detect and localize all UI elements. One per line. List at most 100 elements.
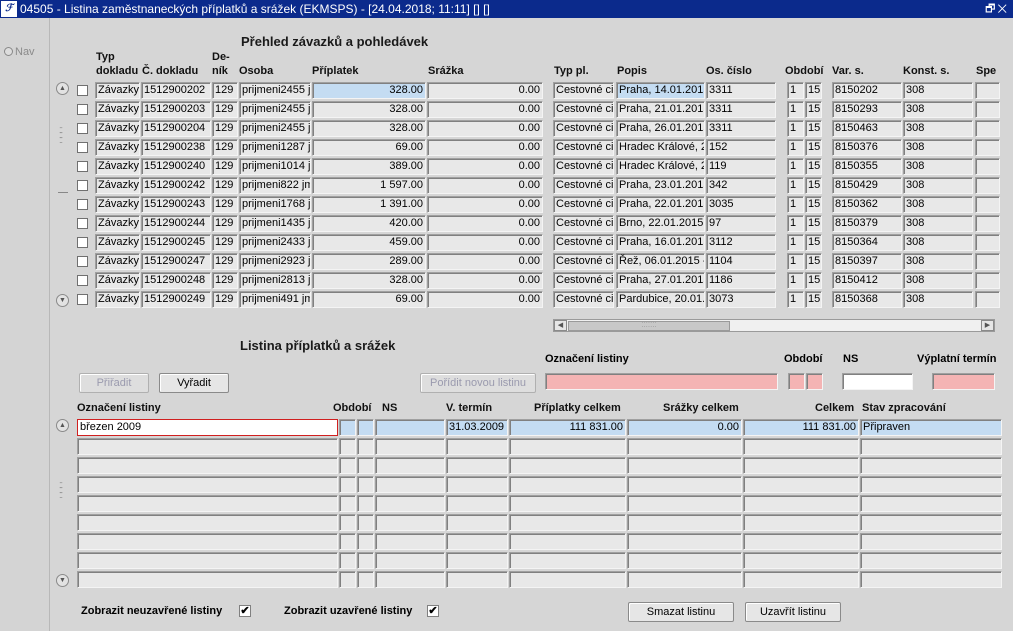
- vyplatni-termin-input[interactable]: [932, 373, 995, 390]
- overview-cell-popis[interactable]: Praha, 22.01.2015: [616, 196, 705, 213]
- scroll-grip-icon[interactable]: ⁚⁚ ⁚⁚ ⁚⁚: [59, 127, 67, 145]
- list-cell-priplatky[interactable]: 111 831.00: [509, 419, 626, 436]
- overview-cell-oscislo[interactable]: 342: [706, 177, 776, 194]
- list-cell-celkem[interactable]: [743, 514, 859, 531]
- overview-cell-obd2[interactable]: 15: [805, 82, 822, 99]
- assign-button[interactable]: Přiřadit: [79, 373, 149, 393]
- overview-cell-typpl[interactable]: Cestovné ci: [553, 82, 614, 99]
- overview-cell-doklad[interactable]: 1512900247: [141, 253, 211, 270]
- overview-cell-vars[interactable]: 8150379: [832, 215, 902, 232]
- list-cell-ns[interactable]: [375, 514, 445, 531]
- overview-cell-konst[interactable]: 308: [903, 234, 973, 251]
- overview-cell-oscislo[interactable]: 3311: [706, 82, 776, 99]
- overview-cell-priplatek[interactable]: 1 391.00: [312, 196, 426, 213]
- overview-cell-konst[interactable]: 308: [903, 177, 973, 194]
- list-cell-obd1[interactable]: [339, 495, 356, 512]
- list-cell-ns[interactable]: [375, 476, 445, 493]
- overview-cell-osoba[interactable]: prijmeni2455 jm: [239, 120, 311, 137]
- overview-cell-oscislo[interactable]: 97: [706, 215, 776, 232]
- overview-cell-typ[interactable]: Závazky: [95, 234, 140, 251]
- list-cell-obd1[interactable]: [339, 419, 356, 436]
- list-cell-stav[interactable]: [860, 533, 1002, 550]
- list-cell-obd2[interactable]: [357, 457, 374, 474]
- overview-cell-obd1[interactable]: 1: [787, 139, 804, 156]
- overview-cell-vars[interactable]: 8150355: [832, 158, 902, 175]
- overview-cell-doklad[interactable]: 1512900238: [141, 139, 211, 156]
- list-cell-obd1[interactable]: [339, 438, 356, 455]
- overview-cell-priplatek[interactable]: 328.00: [312, 82, 426, 99]
- list-scroll-down-icon[interactable]: ▼: [56, 574, 69, 587]
- overview-cell-priplatek[interactable]: 328.00: [312, 120, 426, 137]
- list-cell-priplatky[interactable]: [509, 457, 626, 474]
- overview-cell-popis[interactable]: Řež, 06.01.2015 -: [616, 253, 705, 270]
- remove-button[interactable]: Vyřadit: [159, 373, 229, 393]
- overview-cell-spec[interactable]: [975, 82, 1000, 99]
- overview-cell-vars[interactable]: 8150412: [832, 272, 902, 289]
- overview-cell-osoba[interactable]: prijmeni822 jm: [239, 177, 311, 194]
- overview-cell-obd1[interactable]: 1: [787, 101, 804, 118]
- list-cell-vtermin[interactable]: [446, 457, 508, 474]
- close-list-button[interactable]: Uzavřít listinu: [745, 602, 841, 622]
- list-cell-srazky[interactable]: [627, 533, 742, 550]
- list-cell-ns[interactable]: [375, 571, 445, 588]
- overview-cell-spec[interactable]: [975, 120, 1000, 137]
- overview-cell-popis[interactable]: Brno, 22.01.2015: [616, 215, 705, 232]
- overview-cell-obd2[interactable]: 15: [805, 215, 822, 232]
- overview-cell-typpl[interactable]: Cestovné ci: [553, 177, 614, 194]
- overview-cell-srazka[interactable]: 0.00: [427, 234, 543, 251]
- list-cell-obd1[interactable]: [339, 552, 356, 569]
- list-cell-oznaceni[interactable]: [77, 457, 338, 474]
- overview-cell-doklad[interactable]: 1512900244: [141, 215, 211, 232]
- row-select-checkbox[interactable]: [77, 180, 88, 191]
- overview-cell-typ[interactable]: Závazky: [95, 291, 140, 308]
- overview-cell-typ[interactable]: Závazky: [95, 120, 140, 137]
- list-cell-celkem[interactable]: [743, 552, 859, 569]
- overview-cell-osoba[interactable]: prijmeni2813 jm: [239, 272, 311, 289]
- scroll-down-icon[interactable]: ▼: [56, 294, 69, 307]
- list-cell-obd2[interactable]: [357, 476, 374, 493]
- overview-cell-spec[interactable]: [975, 291, 1000, 308]
- row-select-checkbox[interactable]: [77, 104, 88, 115]
- overview-cell-obd1[interactable]: 1: [787, 196, 804, 213]
- overview-cell-spec[interactable]: [975, 177, 1000, 194]
- list-cell-priplatky[interactable]: [509, 476, 626, 493]
- list-cell-ns[interactable]: [375, 457, 445, 474]
- overview-cell-osoba[interactable]: prijmeni2923 jm: [239, 253, 311, 270]
- overview-cell-obd2[interactable]: 15: [805, 196, 822, 213]
- row-select-checkbox[interactable]: [77, 123, 88, 134]
- overview-cell-typ[interactable]: Závazky: [95, 196, 140, 213]
- list-cell-stav[interactable]: [860, 514, 1002, 531]
- overview-cell-doklad[interactable]: 1512900204: [141, 120, 211, 137]
- list-cell-stav[interactable]: [860, 457, 1002, 474]
- overview-cell-srazka[interactable]: 0.00: [427, 158, 543, 175]
- list-cell-stav[interactable]: [860, 495, 1002, 512]
- overview-cell-denik[interactable]: 129: [212, 158, 238, 175]
- list-cell-obd1[interactable]: [339, 457, 356, 474]
- list-cell-oznaceni[interactable]: [77, 514, 338, 531]
- overview-cell-popis[interactable]: Praha, 27.01.2015: [616, 272, 705, 289]
- overview-cell-denik[interactable]: 129: [212, 82, 238, 99]
- overview-cell-typ[interactable]: Závazky: [95, 158, 140, 175]
- overview-cell-srazka[interactable]: 0.00: [427, 101, 543, 118]
- overview-cell-srazka[interactable]: 0.00: [427, 291, 543, 308]
- overview-cell-doklad[interactable]: 1512900242: [141, 177, 211, 194]
- row-select-checkbox[interactable]: [77, 142, 88, 153]
- list-cell-stav[interactable]: [860, 571, 1002, 588]
- overview-cell-osoba[interactable]: prijmeni2455 jm: [239, 101, 311, 118]
- list-cell-priplatky[interactable]: [509, 571, 626, 588]
- overview-cell-spec[interactable]: [975, 215, 1000, 232]
- overview-cell-popis[interactable]: Praha, 16.01.2015: [616, 234, 705, 251]
- overview-cell-denik[interactable]: 129: [212, 272, 238, 289]
- overview-cell-konst[interactable]: 308: [903, 291, 973, 308]
- list-cell-priplatky[interactable]: [509, 514, 626, 531]
- show-open-lists-checkbox[interactable]: ✔: [239, 605, 251, 617]
- overview-cell-obd2[interactable]: 15: [805, 272, 822, 289]
- delete-list-button[interactable]: Smazat listinu: [628, 602, 734, 622]
- overview-cell-oscislo[interactable]: 152: [706, 139, 776, 156]
- overview-cell-obd2[interactable]: 15: [805, 234, 822, 251]
- overview-cell-srazka[interactable]: 0.00: [427, 196, 543, 213]
- overview-cell-obd1[interactable]: 1: [787, 253, 804, 270]
- overview-cell-vars[interactable]: 8150364: [832, 234, 902, 251]
- overview-cell-typpl[interactable]: Cestovné ci: [553, 101, 614, 118]
- list-cell-oznaceni[interactable]: [77, 552, 338, 569]
